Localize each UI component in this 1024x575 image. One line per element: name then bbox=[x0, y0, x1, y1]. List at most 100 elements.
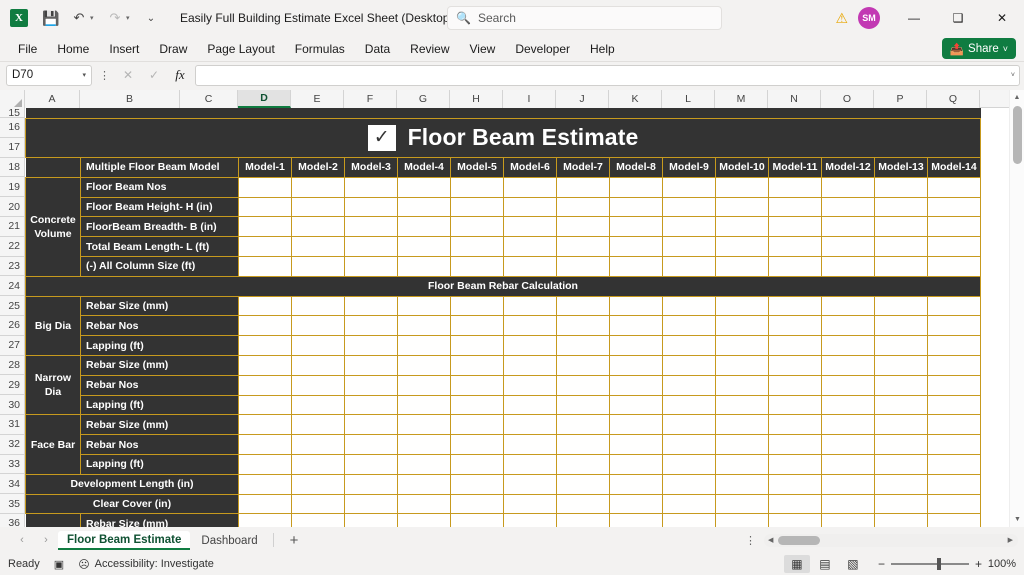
data-cell[interactable] bbox=[609, 374, 663, 396]
data-cell[interactable] bbox=[450, 414, 504, 436]
zoom-slider[interactable]: − + bbox=[878, 557, 982, 571]
data-cell[interactable] bbox=[397, 434, 451, 456]
data-cell[interactable] bbox=[238, 335, 292, 357]
vertical-scrollbar[interactable]: ▲ ▼ bbox=[1009, 90, 1024, 527]
data-cell[interactable] bbox=[291, 473, 345, 495]
data-cell[interactable] bbox=[768, 295, 822, 317]
data-cell[interactable] bbox=[238, 355, 292, 376]
record-macro-icon[interactable]: ▣ bbox=[54, 558, 64, 571]
data-cell[interactable] bbox=[874, 434, 928, 456]
cancel-icon[interactable]: ✕ bbox=[117, 64, 139, 86]
row-header-28[interactable]: 28 bbox=[0, 356, 24, 376]
row-header-26[interactable]: 26 bbox=[0, 316, 24, 336]
cell-a18-empty[interactable] bbox=[25, 157, 81, 178]
row-header-19[interactable]: 19 bbox=[0, 177, 24, 198]
horizontal-scrollbar[interactable]: ◀ ▶ bbox=[764, 533, 1018, 547]
data-cell[interactable] bbox=[662, 315, 716, 337]
data-cell[interactable] bbox=[927, 236, 981, 258]
data-cell[interactable] bbox=[821, 493, 875, 515]
column-header-M[interactable]: M bbox=[715, 90, 768, 108]
data-cell[interactable] bbox=[768, 216, 822, 238]
previous-sheet-icon[interactable]: ‹ bbox=[10, 534, 34, 546]
data-cell[interactable] bbox=[291, 454, 345, 475]
data-cell[interactable] bbox=[238, 236, 292, 258]
column-header-Q[interactable]: Q bbox=[927, 90, 980, 108]
data-cell[interactable] bbox=[609, 236, 663, 258]
column-header-B[interactable]: B bbox=[80, 90, 180, 108]
data-cell[interactable] bbox=[874, 473, 928, 495]
data-cell[interactable] bbox=[450, 256, 504, 277]
warning-icon[interactable]: ⚠ bbox=[835, 10, 848, 27]
data-cell[interactable] bbox=[238, 295, 292, 317]
scroll-up-icon[interactable]: ▲ bbox=[1010, 90, 1024, 105]
undo-icon[interactable]: ↶ bbox=[66, 5, 92, 31]
data-cell[interactable] bbox=[874, 335, 928, 357]
data-cell[interactable] bbox=[344, 454, 398, 475]
column-header-C[interactable]: C bbox=[180, 90, 238, 108]
data-cell[interactable] bbox=[344, 315, 398, 337]
data-cell[interactable] bbox=[291, 414, 345, 436]
data-cell[interactable] bbox=[450, 335, 504, 357]
data-cell[interactable] bbox=[556, 513, 610, 527]
data-cell[interactable] bbox=[662, 374, 716, 396]
data-cell[interactable] bbox=[821, 335, 875, 357]
data-cell[interactable] bbox=[450, 394, 504, 416]
data-cell[interactable] bbox=[927, 176, 981, 198]
row-header-34[interactable]: 34 bbox=[0, 474, 24, 495]
data-cell[interactable] bbox=[397, 335, 451, 357]
data-cell[interactable] bbox=[821, 216, 875, 238]
zoom-knob[interactable] bbox=[936, 558, 941, 570]
data-cell[interactable] bbox=[821, 355, 875, 376]
data-cell[interactable] bbox=[821, 454, 875, 475]
data-cell[interactable] bbox=[238, 454, 292, 475]
data-cell[interactable] bbox=[768, 355, 822, 376]
data-cell[interactable] bbox=[291, 236, 345, 258]
data-cell[interactable] bbox=[927, 295, 981, 317]
data-cell[interactable] bbox=[821, 434, 875, 456]
data-cell[interactable] bbox=[662, 434, 716, 456]
data-cell[interactable] bbox=[291, 315, 345, 337]
data-cell[interactable] bbox=[344, 196, 398, 218]
page-layout-view-icon[interactable]: ▤ bbox=[812, 555, 838, 573]
data-cell[interactable] bbox=[927, 414, 981, 436]
data-cell[interactable] bbox=[821, 414, 875, 436]
data-cell[interactable] bbox=[874, 394, 928, 416]
data-cell[interactable] bbox=[821, 374, 875, 396]
data-cell[interactable] bbox=[344, 493, 398, 515]
data-cell[interactable] bbox=[609, 434, 663, 456]
data-cell[interactable] bbox=[927, 374, 981, 396]
data-cell[interactable] bbox=[503, 513, 557, 527]
data-cell[interactable] bbox=[874, 216, 928, 238]
data-cell[interactable] bbox=[715, 335, 769, 357]
data-cell[interactable] bbox=[609, 335, 663, 357]
data-cell[interactable] bbox=[715, 434, 769, 456]
data-cell[interactable] bbox=[503, 394, 557, 416]
data-cell[interactable] bbox=[768, 236, 822, 258]
column-header-K[interactable]: K bbox=[609, 90, 662, 108]
ribbon-tab-view[interactable]: View bbox=[461, 39, 505, 59]
data-cell[interactable] bbox=[609, 176, 663, 198]
data-cell[interactable] bbox=[344, 355, 398, 376]
data-cell[interactable] bbox=[927, 394, 981, 416]
data-cell[interactable] bbox=[874, 493, 928, 515]
insert-function-icon[interactable]: fx bbox=[169, 64, 191, 86]
data-cell[interactable] bbox=[609, 295, 663, 317]
data-cell[interactable] bbox=[238, 176, 292, 198]
data-cell[interactable] bbox=[715, 295, 769, 317]
data-cell[interactable] bbox=[450, 236, 504, 258]
data-cell[interactable] bbox=[609, 355, 663, 376]
data-cell[interactable] bbox=[450, 374, 504, 396]
cell-a36-empty[interactable] bbox=[25, 513, 81, 527]
row-header-29[interactable]: 29 bbox=[0, 375, 24, 396]
vertical-scroll-thumb[interactable] bbox=[1013, 106, 1022, 164]
column-header-L[interactable]: L bbox=[662, 90, 715, 108]
column-header-D[interactable]: D bbox=[238, 90, 291, 108]
data-cell[interactable] bbox=[927, 256, 981, 277]
data-cell[interactable] bbox=[768, 414, 822, 436]
data-cell[interactable] bbox=[291, 355, 345, 376]
data-cell[interactable] bbox=[874, 295, 928, 317]
data-cell[interactable] bbox=[344, 295, 398, 317]
data-cell[interactable] bbox=[715, 454, 769, 475]
next-sheet-icon[interactable]: › bbox=[34, 534, 58, 546]
data-cell[interactable] bbox=[715, 374, 769, 396]
